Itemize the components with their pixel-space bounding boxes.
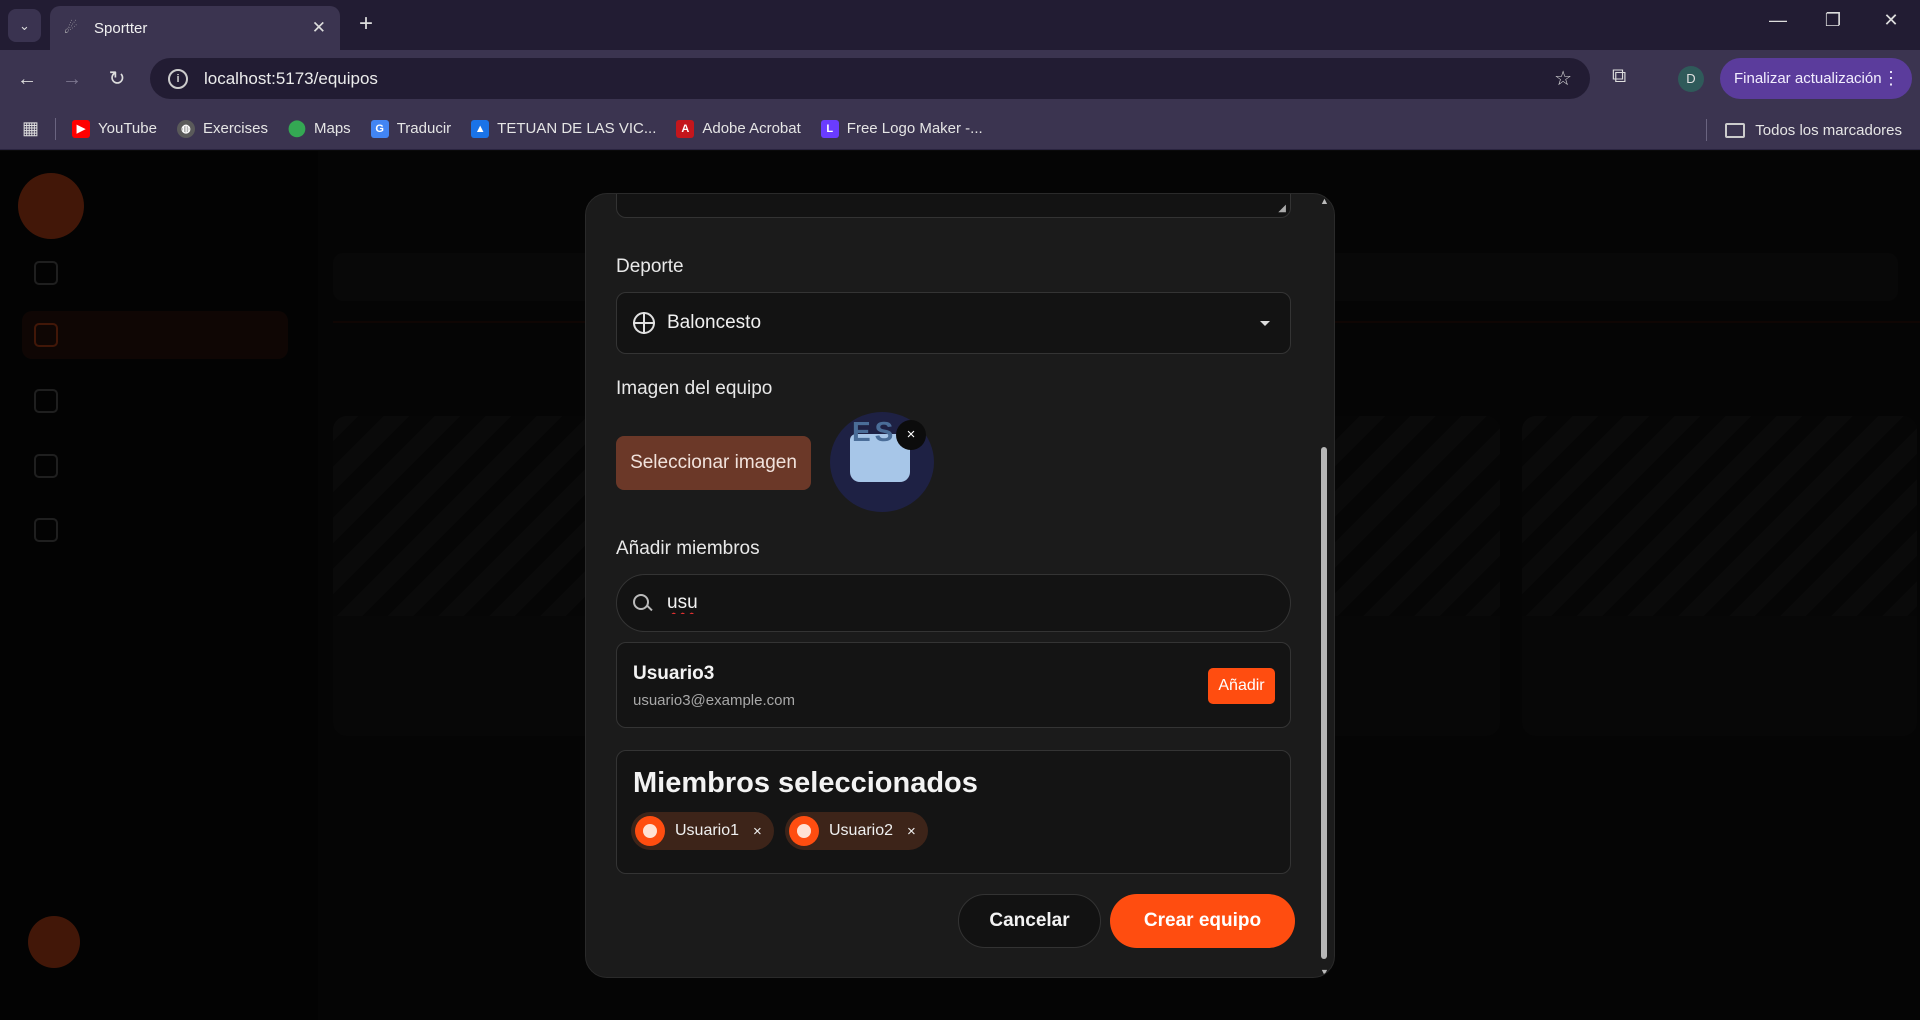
update-button-label: Finalizar actualización — [1734, 70, 1882, 87]
search-result-card: Usuario3 usuario3@example.com Añadir — [616, 642, 1291, 728]
globe-icon: ◍ — [176, 119, 195, 138]
selected-members-box: Miembros seleccionados Usuario1 × Usuari… — [616, 750, 1291, 874]
sportter-favicon-icon: ☄ — [64, 20, 78, 37]
member-avatar — [635, 816, 665, 846]
logo-maker-icon: L — [820, 119, 839, 138]
remove-image-button[interactable]: × — [896, 420, 926, 450]
bookmark-separator — [1706, 119, 1708, 141]
bookmark-label: Adobe Acrobat — [702, 120, 801, 137]
bookmark-tetuan[interactable]: ▲ TETUAN DE LAS VIC... — [471, 119, 657, 138]
scroll-up-icon[interactable]: ▲ — [1320, 196, 1329, 206]
bookmark-label: YouTube — [98, 120, 157, 137]
scroll-down-icon[interactable]: ▼ — [1320, 967, 1329, 977]
bookmark-exercises[interactable]: ◍ Exercises — [176, 119, 268, 138]
browser-toolbar: ← → ↻ i localhost:5173/equipos ☆ ⧉ D Fin… — [0, 50, 1920, 108]
member-search-input[interactable] — [667, 592, 1227, 614]
select-image-button[interactable]: Seleccionar imagen — [616, 436, 811, 490]
result-name: Usuario3 — [633, 663, 715, 684]
address-bar[interactable]: i localhost:5173/equipos ☆ — [150, 58, 1590, 99]
resize-grip-icon[interactable]: ◢ — [1278, 203, 1286, 214]
sport-select[interactable]: Baloncesto — [616, 292, 1291, 354]
apps-grid-icon[interactable]: ▦ — [22, 118, 39, 139]
tab-search-button[interactable]: ⌄ — [8, 9, 41, 42]
all-bookmarks-label: Todos los marcadores — [1755, 121, 1902, 139]
bookmark-label: Free Logo Maker -... — [846, 120, 983, 137]
team-image-label: Imagen del equipo — [616, 378, 773, 399]
bookmark-star-icon[interactable]: ☆ — [1554, 66, 1572, 91]
all-bookmarks[interactable]: Todos los marcadores — [1706, 119, 1902, 141]
result-email: usuario3@example.com — [633, 692, 795, 709]
browser-tab[interactable]: ☄ Sportter ✕ — [50, 6, 340, 50]
sport-select-value: Baloncesto — [667, 312, 762, 333]
bookmarks-bar: ▦ ▶ YouTube ◍ Exercises ⬤ Maps G Traduci… — [0, 108, 1920, 150]
member-chip: Usuario1 × — [631, 812, 774, 850]
member-chip-name: Usuario2 — [829, 822, 894, 839]
tab-title: Sportter — [94, 19, 148, 37]
bookmark-adobe-acrobat[interactable]: A Adobe Acrobat — [676, 119, 801, 138]
back-icon[interactable]: ← — [12, 64, 42, 94]
sport-label: Deporte — [616, 256, 684, 277]
bookmark-label: Traducir — [396, 120, 452, 137]
add-members-label: Añadir miembros — [616, 538, 760, 559]
search-icon — [633, 594, 651, 612]
remove-member-icon[interactable]: × — [753, 823, 762, 840]
url-text[interactable]: localhost:5173/equipos — [204, 69, 1554, 89]
youtube-icon: ▶ — [72, 119, 91, 138]
member-search-field[interactable] — [616, 574, 1291, 632]
remove-member-icon[interactable]: × — [907, 823, 916, 840]
folder-icon — [1725, 122, 1746, 138]
add-member-button[interactable]: Añadir — [1208, 668, 1275, 704]
cancel-button[interactable]: Cancelar — [958, 894, 1101, 948]
acrobat-icon: A — [676, 119, 695, 138]
create-team-button[interactable]: Crear equipo — [1110, 894, 1295, 948]
description-textarea[interactable]: ◢ — [616, 194, 1291, 218]
extensions-icon[interactable]: ⧉ — [1612, 65, 1626, 88]
window-close-icon[interactable]: ✕ — [1871, 10, 1911, 31]
scrollbar-thumb[interactable] — [1321, 447, 1327, 959]
bookmark-free-logo-maker[interactable]: L Free Logo Maker -... — [820, 119, 983, 138]
preview-logo-letters: ES — [852, 416, 898, 447]
minimize-icon[interactable]: — — [1758, 10, 1798, 31]
new-tab-button[interactable]: + — [352, 10, 380, 38]
bookmark-youtube[interactable]: ▶ YouTube — [72, 119, 157, 138]
forward-icon[interactable]: → — [57, 64, 87, 94]
basketball-icon — [633, 312, 655, 334]
bookmark-traducir[interactable]: G Traducir — [370, 119, 452, 138]
member-chip: Usuario2 × — [785, 812, 928, 850]
translate-icon: G — [370, 119, 389, 138]
restore-icon[interactable]: ❐ — [1813, 10, 1853, 31]
profile-avatar[interactable]: D — [1678, 66, 1704, 92]
bookmark-separator — [55, 117, 57, 140]
tab-close-icon[interactable]: ✕ — [312, 18, 326, 38]
modal-scrollbar[interactable]: ▲ ▼ — [1318, 194, 1330, 977]
update-button[interactable]: Finalizar actualización ⋮ — [1720, 58, 1912, 99]
bookmark-maps[interactable]: ⬤ Maps — [288, 120, 351, 138]
chevron-down-icon — [1260, 320, 1270, 326]
selected-members-title: Miembros seleccionados — [633, 767, 978, 799]
bookmark-label: TETUAN DE LAS VIC... — [497, 120, 657, 137]
bookmark-label: Maps — [314, 120, 351, 137]
school-cap-icon: ▲ — [471, 119, 490, 138]
browser-tab-strip: ⌄ ☄ Sportter ✕ + — ❐ ✕ — [0, 0, 1920, 50]
more-menu-icon[interactable]: ⋮ — [1882, 68, 1900, 89]
member-avatar — [789, 816, 819, 846]
maps-pin-icon: ⬤ — [288, 119, 306, 137]
bookmark-label: Exercises — [202, 120, 268, 137]
member-chip-name: Usuario1 — [675, 822, 740, 839]
reload-icon[interactable]: ↻ — [102, 64, 132, 94]
site-info-icon[interactable]: i — [168, 68, 188, 89]
create-team-modal: ◢ Deporte Baloncesto Imagen del equipo S… — [585, 193, 1335, 978]
